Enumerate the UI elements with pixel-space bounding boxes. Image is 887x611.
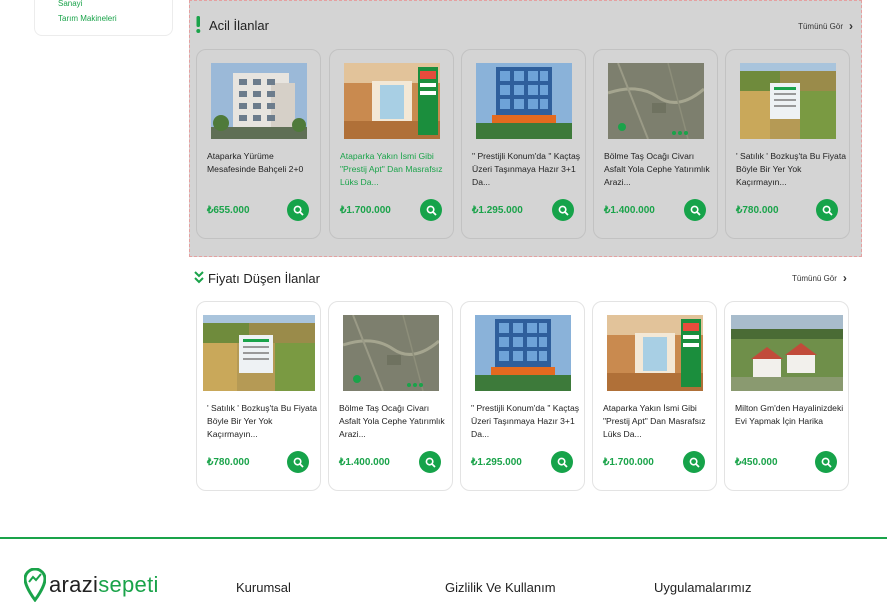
listing-price: ₺1.400.000 [604,205,655,216]
sidebar-item-sanayi[interactable]: Sanayi [58,0,82,8]
listing-price: ₺655.000 [207,205,250,216]
footer-heading-uygulamalar: Uygulamalarımız [654,580,752,595]
see-all-label: Tümünü Gör [798,21,843,31]
listing-title[interactable]: " Prestijli Konum'da " Kaçtaş Üzeri Taşı… [471,402,581,441]
price-drop-see-all-link[interactable]: Tümünü Gör › [792,272,847,284]
listing-price: ₺1.700.000 [340,205,391,216]
listing-photo [203,315,315,391]
search-icon[interactable] [419,451,441,473]
listing-photo [607,315,703,391]
listing-title[interactable]: Milton Gm'den Hayalinizdeki Evi Yapmak İ… [735,402,845,428]
listing-card[interactable]: Ataparka Yakın İsmi Gibi "Prestij Apt" D… [592,301,717,491]
listing-title[interactable]: Ataparka Yürüme Mesafesinde Bahçeli 2+0 [207,150,317,176]
search-icon[interactable] [287,451,309,473]
chevron-right-icon: › [849,19,853,33]
search-icon[interactable] [815,451,837,473]
listing-card[interactable]: Ataparka Yakın İsmi Gibi "Prestij Apt" D… [329,49,454,239]
listing-price: ₺1.400.000 [339,457,390,468]
listing-card[interactable]: ' Satılık ' Bozkuş'ta Bu Fiyata Böyle Bi… [196,301,321,491]
listing-photo [608,63,704,139]
listing-title[interactable]: Ataparka Yakın İsmi Gibi "Prestij Apt" D… [340,150,450,189]
footer-heading-gizlilik: Gizlilik Ve Kullanım [445,580,556,595]
listing-title[interactable]: Bölme Taş Ocağı Civarı Asfalt Yola Cephe… [339,402,449,441]
see-all-label: Tümünü Gör [792,273,837,283]
listing-photo [475,315,571,391]
footer-heading-kurumsal: Kurumsal [236,580,291,595]
search-icon[interactable] [684,199,706,221]
listing-card[interactable]: Bölme Taş Ocağı Civarı Asfalt Yola Cephe… [593,49,718,239]
listing-price: ₺780.000 [207,457,250,468]
listing-price: ₺1.295.000 [471,457,522,468]
listing-price: ₺1.700.000 [603,457,654,468]
search-icon[interactable] [551,451,573,473]
listing-card[interactable]: ' Satılık ' Bozkuş'ta Bu Fiyata Böyle Bi… [725,49,850,239]
search-icon[interactable] [683,451,705,473]
listing-photo [731,315,843,391]
listing-price: ₺780.000 [736,205,779,216]
listing-photo [343,315,439,391]
footer-divider [0,537,887,539]
sidebar-item-tarim-makineleri[interactable]: Tarım Makineleri [58,14,117,23]
search-icon[interactable] [816,199,838,221]
logo-text-green: sepeti [98,572,159,597]
logo-text-dark: arazi [49,572,99,597]
page: Sanayi Tarım Makineleri Acil İlanlar Tüm… [0,0,887,611]
price-drop-section-title: Fiyatı Düşen İlanlar [208,271,320,286]
listing-photo [740,63,836,139]
urgent-see-all-link[interactable]: Tümünü Gör › [798,20,853,32]
listing-title[interactable]: ' Satılık ' Bozkuş'ta Bu Fiyata Böyle Bi… [207,402,317,441]
listing-title[interactable]: Ataparka Yakın İsmi Gibi "Prestij Apt" D… [603,402,713,441]
listing-card[interactable]: " Prestijli Konum'da " Kaçtaş Üzeri Taşı… [460,301,585,491]
search-icon[interactable] [420,199,442,221]
listing-price: ₺1.295.000 [472,205,523,216]
listing-card[interactable]: " Prestijli Konum'da " Kaçtaş Üzeri Taşı… [461,49,586,239]
listing-photo [211,63,307,139]
listing-card[interactable]: Milton Gm'den Hayalinizdeki Evi Yapmak İ… [724,301,849,491]
listing-photo [476,63,572,139]
search-icon[interactable] [552,199,574,221]
chevron-right-icon: › [842,271,847,285]
urgent-listings-section: Acil İlanlar Tümünü Gör › Ataparka Yürüm… [189,0,862,257]
double-chevron-down-icon [194,270,204,284]
listing-card[interactable]: Bölme Taş Ocağı Civarı Asfalt Yola Cephe… [328,301,453,491]
listing-card[interactable]: Ataparka Yürüme Mesafesinde Bahçeli 2+0 … [196,49,321,239]
logo[interactable]: arazisepeti [23,567,159,603]
listing-title[interactable]: " Prestijli Konum'da " Kaçtaş Üzeri Taşı… [472,150,582,189]
exclamation-icon [196,15,201,35]
listing-price: ₺450.000 [735,457,778,468]
listing-title[interactable]: Bölme Taş Ocağı Civarı Asfalt Yola Cephe… [604,150,714,189]
search-icon[interactable] [287,199,309,221]
listing-title[interactable]: ' Satılık ' Bozkuş'ta Bu Fiyata Böyle Bi… [736,150,846,189]
location-pin-icon [23,567,47,603]
listing-photo [344,63,440,139]
urgent-section-title: Acil İlanlar [209,18,269,33]
